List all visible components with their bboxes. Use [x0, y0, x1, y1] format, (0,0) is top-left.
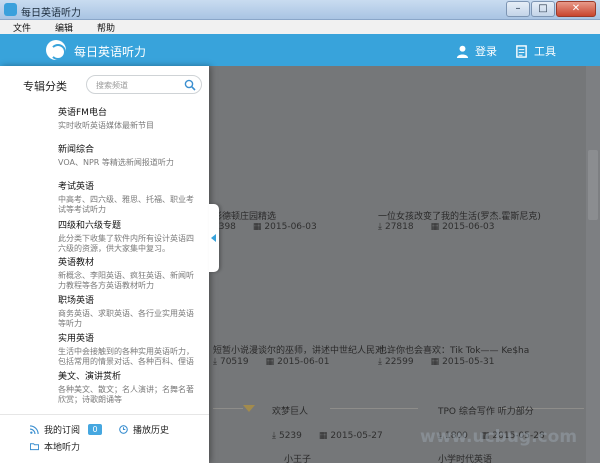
rss-icon: [30, 425, 39, 434]
calendar-icon: ▦: [430, 222, 440, 232]
app-icon: [4, 3, 17, 16]
category-exam[interactable]: 考试英语 中高考、四六级、雅思、托福、职业考试等考试听力: [58, 182, 198, 215]
card-title[interactable]: 短暂小说漫谈尔的巫师，讲述中世纪人民对...: [213, 343, 393, 356]
local-label: 本地听力: [44, 443, 81, 453]
card-meta: ⤓ 27818 ▦ 2015-06-03: [378, 222, 494, 232]
card-meta: ⤓ 5239 ▦ 2015-05-27: [272, 431, 383, 441]
card-meta: ⤓ 70519 ▦ 2015-06-01: [213, 357, 329, 367]
clock-icon: [119, 425, 128, 434]
minimize-button[interactable]: –: [506, 1, 530, 17]
section-marker-icon: [243, 405, 255, 412]
card-date: 2015-06-03: [442, 222, 495, 232]
close-button[interactable]: ✕: [556, 1, 596, 17]
category-title: 英语FM电台: [58, 108, 107, 118]
card-title[interactable]: 一位女孩改变了我的生活(罗杰.霍斯尼克): [378, 209, 541, 222]
card-plays: 27818: [384, 222, 414, 232]
card-date: 2015-06-01: [277, 357, 330, 367]
scrollbar-thumb[interactable]: [588, 150, 598, 220]
category-desc: 商务英语、求职英语、各行业实用英语等听力: [58, 309, 194, 328]
download-icon: ⤓: [378, 357, 382, 367]
card-title[interactable]: 欢梦巨人: [272, 404, 308, 417]
category-desc: 新概念、李阳英语、疯狂英语、新闻听力教程等各方英语教材听力: [58, 271, 194, 290]
category-desc: 中高考、四六级、雅思、托福、职业考试等考试听力: [58, 195, 194, 214]
download-icon: ⤓: [378, 222, 382, 232]
sidebar-heading: 专辑分类: [23, 80, 67, 93]
subscription-count-badge: 0: [88, 424, 103, 435]
card-plays: 70519: [219, 357, 249, 367]
card-title-partial[interactable]: 小学时代英语: [438, 452, 492, 463]
card-meta: 5398 ▦ 2015-06-03: [213, 222, 317, 232]
login-label: 登录: [475, 45, 497, 58]
sidebar-footer: 我的订阅 0 播放历史 本地听力: [0, 414, 209, 463]
category-title: 英语教材: [58, 258, 95, 268]
window-title: 每日英语听力: [21, 8, 81, 19]
watermark: www.ucbug.com: [420, 427, 578, 447]
category-title: 美文、演讲赏析: [58, 372, 122, 382]
menu-edit[interactable]: 编辑: [42, 20, 84, 34]
card-date: 2015-06-03: [264, 222, 317, 232]
category-textbooks[interactable]: 英语教材 新概念、李阳英语、疯狂英语、新闻听力教程等各方英语教材听力: [58, 258, 198, 291]
content-scrollbar[interactable]: [586, 66, 600, 463]
menu-help[interactable]: 帮助: [84, 20, 126, 34]
play-history-link[interactable]: 播放历史: [119, 423, 169, 436]
calendar-icon: ▦: [318, 431, 328, 441]
user-icon: [456, 45, 469, 58]
maximize-button[interactable]: □: [531, 1, 555, 17]
card-plays: 22599: [384, 357, 414, 367]
document-icon: [516, 44, 527, 58]
card-title[interactable]: 彭德顿庄园精选: [213, 209, 276, 222]
app-logo-icon: [46, 40, 66, 60]
tools-button[interactable]: 工具: [515, 43, 556, 59]
card-date: 2015-05-31: [442, 357, 495, 367]
calendar-icon: ▦: [252, 222, 262, 232]
category-cet[interactable]: 四级和六级专题 此分类下收集了软件内所有设计英语四六级的资源，供大家集中复习。: [58, 221, 198, 254]
search-icon[interactable]: [184, 79, 196, 91]
login-button[interactable]: 登录: [456, 43, 497, 59]
category-title: 新闻综合: [58, 145, 95, 155]
window-titlebar: 每日英语听力 – □ ✕: [0, 0, 600, 20]
category-title: 四级和六级专题: [58, 221, 122, 231]
category-title: 职场英语: [58, 296, 95, 306]
tools-label: 工具: [534, 45, 556, 58]
category-desc: 生活中会接触到的各种实用英语听力，包括常用的情景对话、各种百科、俚语: [58, 347, 194, 366]
category-essays-speeches[interactable]: 美文、演讲赏析 各种美文、散文；名人演讲；名舞名著欣赏；诗歌朗诵等: [58, 372, 198, 405]
category-sidebar: 专辑分类 英语FM电台 实时收听英语媒体最新节目 新闻综合 VOA、NPR 等精…: [0, 66, 209, 463]
category-practical[interactable]: 实用英语 生活中会接触到的各种实用英语听力，包括常用的情景对话、各种百科、俚语: [58, 334, 198, 367]
category-desc: 此分类下收集了软件内所有设计英语四六级的资源，供大家集中复习。: [58, 234, 194, 253]
menu-bar: 文件 编辑 帮助: [0, 20, 600, 34]
local-listening-link[interactable]: 本地听力: [30, 440, 80, 453]
collapse-sidebar-tab[interactable]: [209, 204, 219, 272]
app-header: 每日英语听力 登录 工具: [0, 34, 600, 66]
category-desc: VOA、NPR 等精选新闻报道听力: [58, 158, 174, 167]
subscriptions-label: 我的订阅: [44, 426, 81, 436]
category-desc: 实时收听英语媒体最新节目: [58, 121, 154, 130]
my-subscriptions-link[interactable]: 我的订阅 0: [30, 423, 103, 436]
card-title-partial[interactable]: 小王子: [284, 452, 311, 463]
history-label: 播放历史: [133, 426, 170, 436]
download-icon: ⤓: [272, 431, 276, 441]
folder-icon: [30, 443, 39, 451]
search-input[interactable]: [96, 79, 184, 91]
divider: [213, 408, 243, 409]
card-title[interactable]: TPO 综合写作 听力部分: [438, 404, 534, 417]
card-plays: 5239: [278, 431, 302, 441]
channel-search: [86, 75, 202, 94]
category-title: 实用英语: [58, 334, 95, 344]
calendar-icon: ▦: [265, 357, 275, 367]
card-date: 2015-05-27: [330, 431, 383, 441]
category-title: 考试英语: [58, 182, 95, 192]
calendar-icon: ▦: [430, 357, 440, 367]
app-title: 每日英语听力: [74, 45, 147, 59]
download-icon: ⤓: [213, 357, 217, 367]
category-fm-radio[interactable]: 英语FM电台 实时收听英语媒体最新节目: [58, 108, 198, 131]
category-desc: 各种美文、散文；名人演讲；名舞名著欣赏；诗歌朗诵等: [58, 385, 194, 404]
divider: [330, 408, 418, 409]
category-workplace[interactable]: 职场英语 商务英语、求职英语、各行业实用英语等听力: [58, 296, 198, 329]
category-news[interactable]: 新闻综合 VOA、NPR 等精选新闻报道听力: [58, 145, 198, 168]
window-controls: – □ ✕: [506, 1, 596, 17]
card-title[interactable]: 也许你也会喜欢：Tik Tok—— Ke$ha: [378, 343, 529, 356]
card-meta: ⤓ 22599 ▦ 2015-05-31: [378, 357, 494, 367]
menu-file[interactable]: 文件: [0, 20, 42, 34]
